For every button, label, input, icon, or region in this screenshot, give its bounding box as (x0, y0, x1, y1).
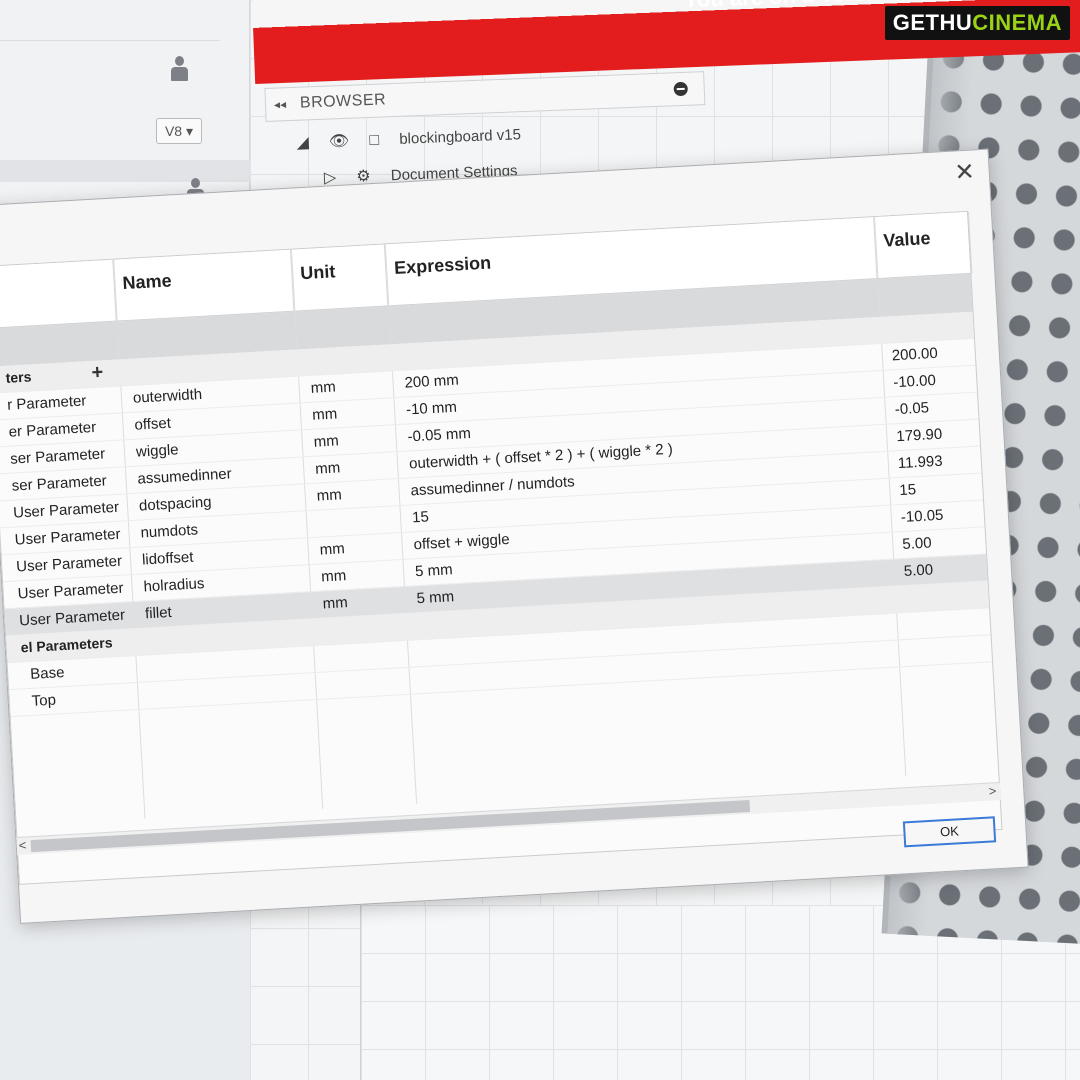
collapse-icon[interactable]: ◂◂ (273, 88, 287, 120)
parameter-type: User Parameter (18, 606, 126, 630)
parameter-name[interactable]: wiggle (136, 441, 179, 460)
list-row (0, 160, 250, 182)
scroll-right-icon[interactable]: > (988, 783, 996, 798)
browser-header[interactable]: ◂◂ BROWSER (264, 71, 706, 122)
parameter-unit: mm (314, 459, 341, 478)
parameter-name[interactable]: fillet (145, 604, 173, 622)
parameter-name[interactable]: holradius (143, 575, 205, 595)
parameter-value: 200.00 (891, 344, 939, 365)
parameter-name[interactable]: outerwidth (133, 386, 203, 407)
parameter-unit: mm (319, 540, 346, 559)
component-label: Top (31, 691, 57, 710)
parameters-dialog: ✕ Name Unit Expression Value ters + r Pa… (0, 148, 1029, 924)
expand-triangle-icon[interactable]: ◢ (296, 132, 309, 152)
parameter-expression[interactable]: -0.05 mm (407, 425, 471, 446)
parameter-expression[interactable]: -10 mm (406, 399, 458, 419)
parameter-unit: mm (310, 378, 337, 397)
parameter-name[interactable]: dotspacing (139, 494, 212, 515)
parameter-value: 5.00 (903, 561, 934, 580)
component-label: Base (29, 664, 65, 683)
parameter-type: r Parameter (6, 392, 87, 414)
parameter-unit: mm (313, 432, 340, 451)
parameter-unit: mm (322, 594, 349, 613)
browser-title: BROWSER (299, 91, 387, 112)
header-name[interactable]: Name (113, 249, 295, 322)
parameter-expression[interactable]: 5 mm (415, 561, 453, 580)
watermark-part-1: GETHU (892, 10, 973, 35)
parameter-type: User Parameter (17, 579, 124, 603)
parameter-unit: mm (311, 405, 338, 424)
parameter-name[interactable]: offset (134, 415, 171, 434)
parameter-value: -0.05 (894, 399, 930, 419)
parameter-expression[interactable]: assumedinner / numdots (410, 473, 575, 499)
parameter-type: User Parameter (14, 525, 121, 549)
header-type (0, 259, 117, 329)
version-select[interactable]: V8 ▾ (156, 118, 202, 144)
document-icon: □ (369, 131, 380, 149)
parameter-name[interactable]: assumedinner (137, 465, 232, 487)
parameter-type: User Parameter (12, 498, 120, 522)
scroll-left-icon[interactable]: < (18, 837, 26, 852)
parameter-unit: mm (316, 486, 343, 505)
parameter-value: -10.05 (900, 506, 944, 527)
parameter-expression[interactable]: 5 mm (416, 588, 454, 607)
parameter-name[interactable]: numdots (140, 521, 198, 541)
header-unit[interactable]: Unit (290, 244, 389, 312)
parameter-name[interactable]: lidoffset (142, 549, 194, 569)
parameter-value: 15 (898, 481, 917, 500)
browser-item-label: blockingboard v15 (398, 126, 522, 148)
parameters-table: Name Unit Expression Value ters + r Para… (0, 210, 1003, 885)
parameter-type: ser Parameter (9, 445, 106, 468)
header-value[interactable]: Value (874, 211, 973, 280)
user-icon (170, 56, 188, 82)
add-parameter-icon[interactable]: + (91, 361, 104, 385)
parameter-value: 5.00 (901, 534, 933, 554)
parameter-expression[interactable]: 200 mm (404, 372, 459, 392)
parameter-value: -10.00 (892, 371, 937, 392)
parameter-expression[interactable]: 15 (412, 508, 430, 526)
ok-button[interactable]: OK (902, 816, 997, 848)
watermark-part-2: CINEMA (972, 10, 1062, 35)
browser-item-document[interactable]: ◢ 👁 □ blockingboard v15 (296, 124, 521, 153)
divider (0, 40, 220, 41)
eye-icon[interactable]: 👁 (329, 131, 350, 152)
parameter-expression[interactable]: offset + wiggle (413, 531, 510, 553)
close-icon[interactable]: ✕ (954, 158, 976, 186)
minimize-icon[interactable] (673, 81, 688, 97)
parameter-value: 11.993 (897, 452, 944, 473)
group-label: el Parameters (20, 634, 113, 656)
parameter-type: User Parameter (15, 552, 123, 576)
parameter-type: ser Parameter (11, 472, 108, 495)
parameter-type: er Parameter (8, 418, 97, 441)
watermark: GETHUCINEMA (884, 6, 1070, 40)
parameter-unit: mm (320, 567, 347, 586)
group-label: ters (5, 368, 32, 386)
parameter-value: 179.90 (895, 425, 943, 446)
